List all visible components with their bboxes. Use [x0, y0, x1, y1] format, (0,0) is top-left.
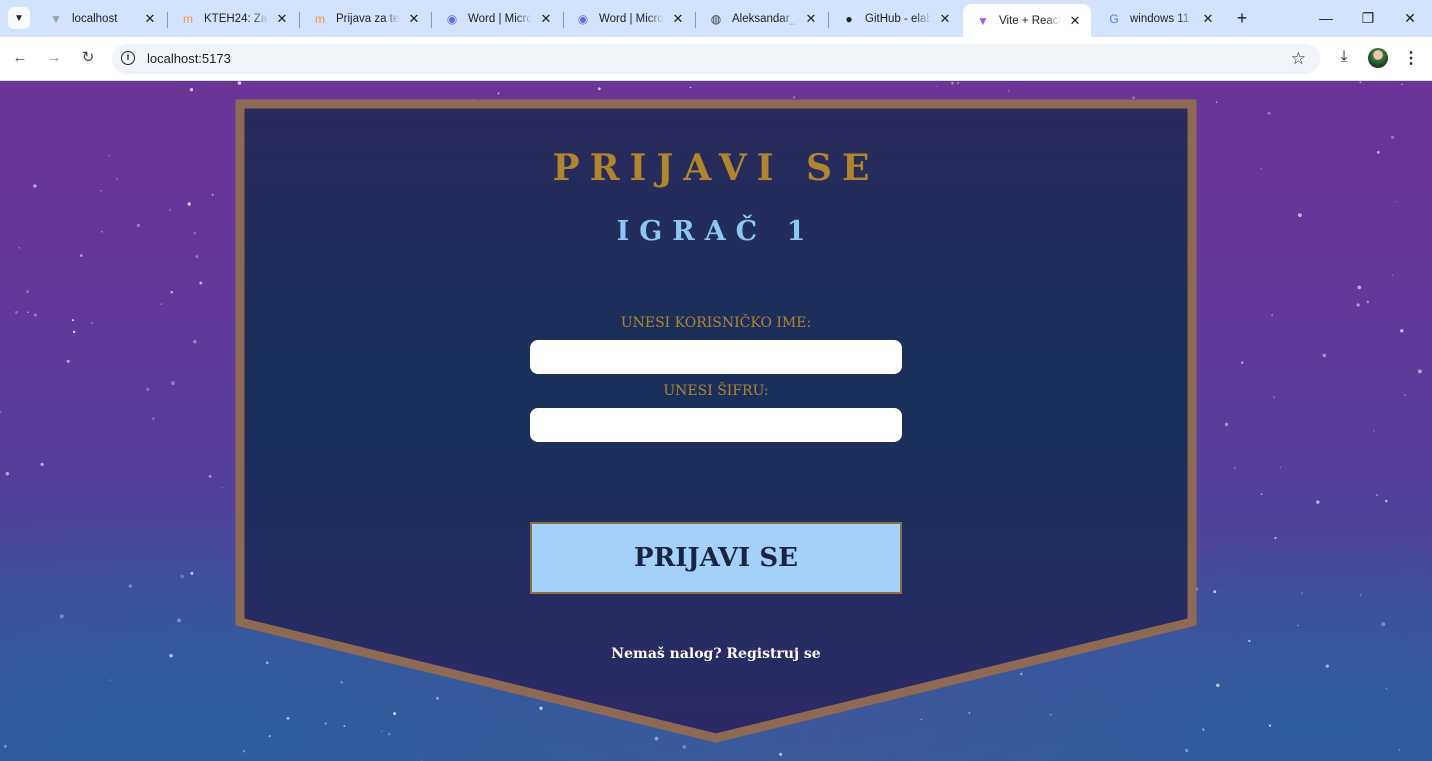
close-tab-icon[interactable]: ✕ — [406, 11, 422, 27]
browser-tab[interactable]: ◉ Word | Micro ✕ — [432, 4, 562, 33]
site-info-icon[interactable]: i — [121, 51, 135, 65]
reload-button[interactable]: ↻ — [78, 48, 98, 68]
browser-menu-button[interactable]: ⋮ — [1400, 48, 1422, 70]
github-favicon-icon: ● — [845, 11, 853, 26]
tab-title: windows 11 s — [1130, 12, 1194, 25]
vite-favicon-icon: ▼ — [977, 13, 989, 28]
close-tab-icon[interactable]: ✕ — [937, 11, 953, 27]
download-icon: ⤓ — [1340, 48, 1348, 65]
browser-tab[interactable]: m KTEH24: Zada ✕ — [168, 4, 298, 33]
browser-tab[interactable]: ▼ Vite + React ✕ — [963, 4, 1091, 37]
player-label: IGRAČ 1 — [616, 216, 816, 247]
tab-title: Prijava za tem — [336, 12, 400, 25]
register-link[interactable]: Nemaš nalog? Registruj se — [516, 646, 916, 662]
globe-favicon-icon: ◍ — [710, 11, 722, 26]
tab-search-button[interactable]: ▼ — [8, 7, 30, 29]
username-input[interactable] — [530, 340, 902, 374]
close-icon: ✕ — [1404, 10, 1416, 26]
plus-icon: + — [1236, 8, 1248, 28]
moodle-favicon-icon: m — [315, 11, 325, 26]
browser-tab[interactable]: Gwindows 11 s ✕ — [1094, 4, 1224, 33]
profile-avatar[interactable] — [1368, 48, 1388, 68]
address-url[interactable]: localhost:5173 — [147, 51, 231, 66]
minimize-button[interactable]: — — [1316, 8, 1336, 28]
browser-tab[interactable]: ▼ localhost ✕ — [36, 4, 166, 33]
bookmark-star-icon[interactable]: ☆ — [1291, 49, 1306, 69]
password-input[interactable] — [530, 408, 902, 442]
browser-tab[interactable]: m Prijava za tem ✕ — [300, 4, 430, 33]
chevron-down-icon: ▼ — [14, 12, 24, 24]
arrow-left-icon: ← — [12, 49, 28, 66]
tab-title: Word | Micro — [468, 12, 532, 25]
restore-button[interactable]: ❐ — [1358, 8, 1378, 28]
browser-tab[interactable]: ◍ Aleksandar_Il ✕ — [696, 4, 827, 33]
minimize-icon: — — [1319, 10, 1333, 26]
page-title: PRIJAVI SE — [552, 147, 880, 189]
google-favicon-icon: G — [1109, 11, 1119, 26]
browser-tab[interactable]: ◉ Word | Micro ✕ — [563, 4, 694, 33]
close-tab-icon[interactable]: ✕ — [274, 11, 290, 27]
close-tab-icon[interactable]: ✕ — [538, 11, 554, 27]
address-bar[interactable]: i localhost:5173 ☆ — [112, 44, 1320, 74]
bolt-favicon-icon: ▼ — [50, 11, 62, 26]
more-vertical-icon: ⋮ — [1403, 50, 1419, 67]
copilot-favicon-icon: ◉ — [446, 11, 458, 26]
close-tab-icon[interactable]: ✕ — [1200, 11, 1216, 27]
close-tab-icon[interactable]: ✕ — [142, 11, 158, 27]
forward-button[interactable]: → — [44, 48, 64, 68]
new-tab-button[interactable]: + — [1232, 8, 1252, 28]
login-button[interactable]: PRIJAVI SE — [530, 522, 902, 594]
tab-title: GitHub - elab — [865, 12, 931, 25]
tab-title: KTEH24: Zada — [204, 12, 268, 25]
close-tab-icon[interactable]: ✕ — [670, 11, 686, 27]
password-label: UNESI ŠIFRU: — [663, 383, 769, 399]
close-window-button[interactable]: ✕ — [1400, 8, 1420, 28]
page-viewport: PRIJAVI SE IGRAČ 1 UNESI KORISNIČKO IME:… — [0, 81, 1432, 761]
reload-icon: ↻ — [81, 49, 95, 66]
close-tab-icon[interactable]: ✕ — [803, 11, 819, 27]
restore-icon: ❐ — [1361, 10, 1375, 26]
copilot-favicon-icon: ◉ — [577, 11, 589, 26]
close-tab-icon[interactable]: ✕ — [1067, 13, 1083, 29]
browser-toolbar: ← → ↻ i localhost:5173 ☆ ⤓ ⋮ — [0, 37, 1432, 81]
tab-title: Aleksandar_Il — [732, 12, 797, 25]
username-label: UNESI KORISNIČKO IME: — [620, 315, 812, 331]
downloads-button[interactable]: ⤓ — [1333, 48, 1355, 70]
tab-title: Word | Micro — [599, 12, 664, 25]
moodle-favicon-icon: m — [183, 11, 193, 26]
tab-title: localhost — [72, 12, 118, 25]
tab-title: Vite + React — [999, 14, 1061, 27]
browser-tab[interactable]: ● GitHub - elab ✕ — [829, 4, 961, 33]
arrow-right-icon: → — [46, 49, 62, 66]
tab-strip: ▼ ▼ localhost ✕ m KTEH24: Zada ✕ m Prijava za t… — [0, 0, 1432, 37]
back-button[interactable]: ← — [10, 48, 30, 68]
